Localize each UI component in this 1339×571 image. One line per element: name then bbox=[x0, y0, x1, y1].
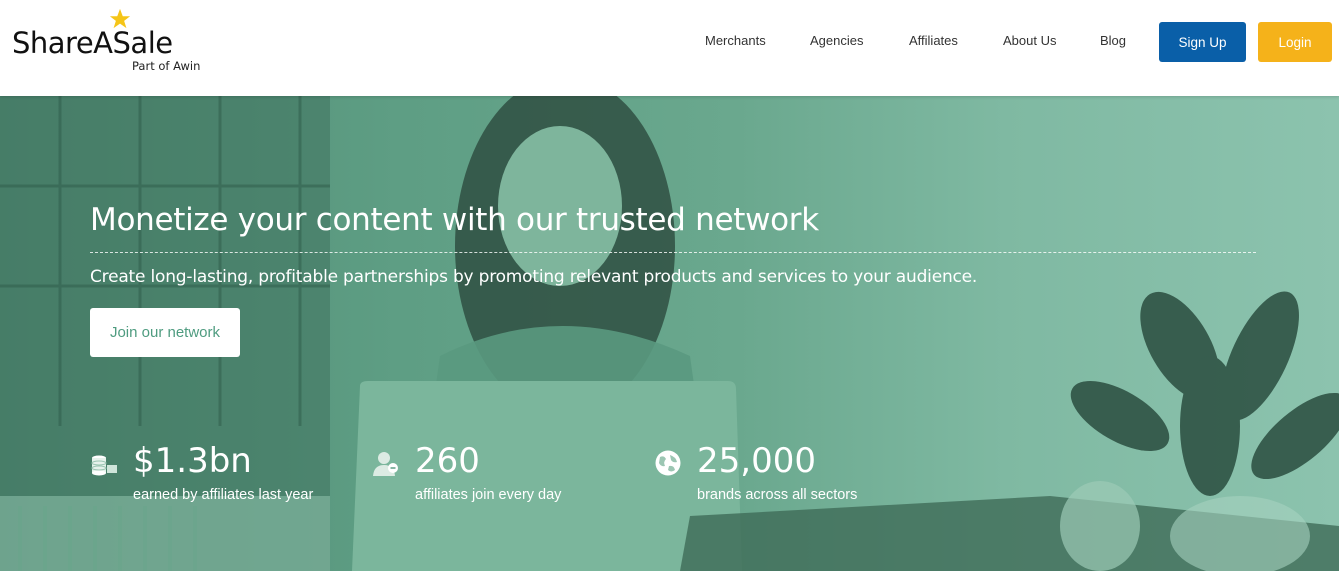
nav-affiliates[interactable]: Affiliates bbox=[909, 33, 958, 48]
join-network-button[interactable]: Join our network bbox=[90, 308, 240, 357]
nav-blog[interactable]: Blog bbox=[1100, 33, 1126, 48]
nav-agencies[interactable]: Agencies bbox=[810, 33, 863, 48]
hero-divider bbox=[90, 252, 1256, 253]
hero-section: Monetize your content with our trusted n… bbox=[0, 96, 1339, 571]
stat-brands-value: 25,000 bbox=[697, 441, 816, 481]
logo-tagline: Part of Awin bbox=[132, 59, 201, 73]
site-header: ShareASale Part of Awin Merchants Agenci… bbox=[0, 0, 1339, 96]
stat-affiliates-value: 260 bbox=[415, 441, 480, 481]
sign-up-button[interactable]: Sign Up bbox=[1159, 22, 1246, 62]
globe-icon bbox=[655, 450, 681, 476]
coins-icon bbox=[91, 455, 117, 476]
login-button[interactable]: Login bbox=[1258, 22, 1332, 62]
stat-earnings-label: earned by affiliates last year bbox=[133, 487, 314, 503]
logo[interactable]: ShareASale Part of Awin bbox=[12, 8, 212, 78]
stat-affiliates-label: affiliates join every day bbox=[415, 487, 562, 503]
nav-merchants[interactable]: Merchants bbox=[705, 33, 766, 48]
person-add-icon bbox=[373, 452, 398, 476]
hero-subtitle: Create long-lasting, profitable partners… bbox=[90, 267, 978, 287]
stat-earnings-value: $1.3bn bbox=[133, 441, 252, 481]
nav-about-us[interactable]: About Us bbox=[1003, 33, 1056, 48]
hero-title: Monetize your content with our trusted n… bbox=[90, 202, 819, 238]
logo-name: ShareASale bbox=[12, 26, 173, 60]
stat-brands-label: brands across all sectors bbox=[697, 487, 858, 503]
